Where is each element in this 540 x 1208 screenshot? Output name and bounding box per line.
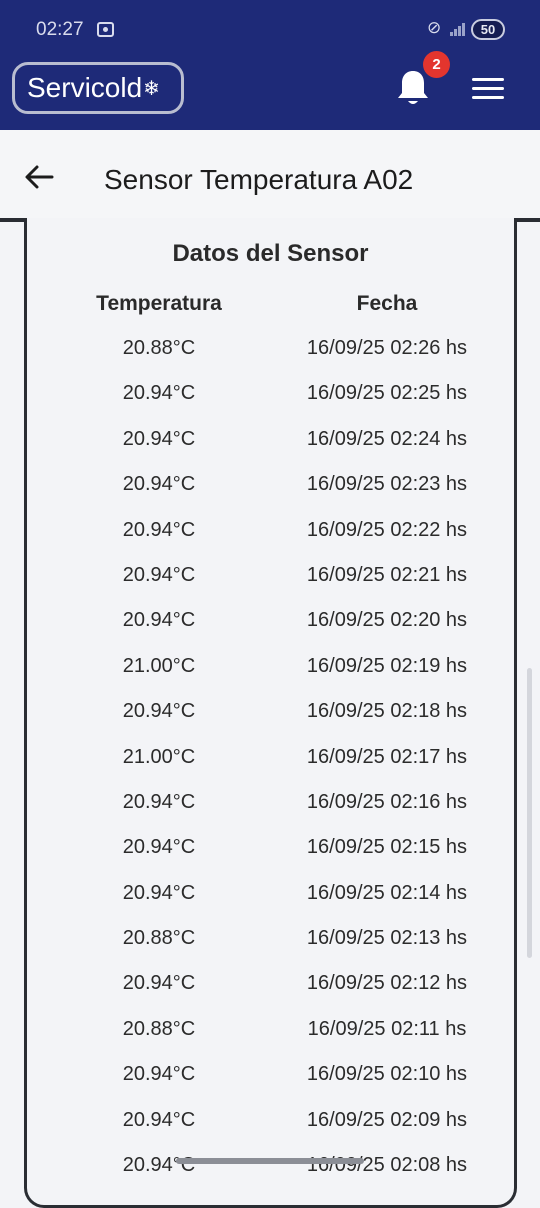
temperature-cell: 20.88°C — [122, 927, 196, 950]
table-row: 20.94°C 16/09/25 02:10 hs — [27, 1063, 514, 1108]
notification-badge: 2 — [423, 51, 450, 78]
date-cell: 16/09/25 02:21 hs — [306, 563, 468, 586]
temperature-cell: 20.94°C — [122, 1063, 196, 1086]
page-titlebar: Sensor Temperatura A02 — [0, 130, 540, 222]
date-cell: 16/09/25 02:23 hs — [306, 473, 468, 496]
screen-record-icon — [97, 22, 114, 37]
column-header-temperature: Temperatura — [96, 292, 222, 315]
sensor-readings-list: 20.88°C 16/09/25 02:26 hs 20.94°C 16/09/25 … — [27, 337, 514, 1199]
date-cell: 16/09/25 02:20 hs — [306, 609, 468, 632]
page-title: Sensor Temperatura A02 — [104, 164, 414, 195]
date-cell: 16/09/25 02:14 hs — [306, 881, 468, 904]
date-cell: 16/09/25 02:22 hs — [306, 518, 468, 541]
table-row: 21.00°C 16/09/25 02:17 hs — [27, 746, 514, 791]
date-cell: 16/09/25 02:19 hs — [306, 654, 468, 677]
date-cell: 16/09/25 02:16 hs — [306, 790, 468, 813]
temperature-cell: 21.00°C — [122, 654, 196, 677]
table-row: 20.88°C 16/09/25 02:11 hs — [27, 1018, 514, 1063]
temperature-cell: 20.94°C — [122, 790, 196, 813]
date-cell: 16/09/25 02:13 hs — [306, 927, 468, 950]
date-cell: 16/09/25 02:17 hs — [306, 745, 468, 768]
temperature-cell: 20.88°C — [122, 337, 196, 359]
hamburger-menu-icon — [472, 78, 504, 81]
home-indicator[interactable] — [176, 1158, 364, 1164]
table-row: 20.94°C 16/09/25 02:16 hs — [27, 791, 514, 836]
menu-button[interactable] — [470, 76, 508, 102]
temperature-cell: 21.00°C — [122, 745, 196, 768]
temperature-cell: 20.94°C — [122, 518, 196, 541]
date-cell: 16/09/25 02:25 hs — [306, 382, 468, 405]
table-row: 20.88°C 16/09/25 02:13 hs — [27, 927, 514, 972]
card-title: Datos del Sensor — [172, 240, 369, 267]
table-row: 20.94°C 16/09/25 02:14 hs — [27, 882, 514, 927]
date-cell: 16/09/25 02:10 hs — [306, 1063, 468, 1086]
snowflake-icon: ❄ — [143, 78, 160, 100]
arrow-left-icon — [25, 165, 54, 189]
temperature-cell: 20.94°C — [122, 881, 196, 904]
table-row: 20.88°C 16/09/25 02:26 hs — [27, 337, 514, 382]
servicold-logo[interactable]: Servicold❄ — [12, 62, 184, 114]
temperature-cell: 20.94°C — [122, 563, 196, 586]
vibrate-off-icon: ⊘ — [427, 18, 442, 37]
table-row: 20.94°C 16/09/25 02:24 hs — [27, 428, 514, 473]
temperature-cell: 20.94°C — [122, 700, 196, 723]
table-row: 20.94°C 16/09/25 02:22 hs — [27, 519, 514, 564]
date-cell: 16/09/25 02:15 hs — [306, 836, 468, 859]
table-row: 20.94°C 16/09/25 02:18 hs — [27, 700, 514, 745]
table-row: 20.94°C 16/09/25 02:20 hs — [27, 609, 514, 654]
date-cell: 16/09/25 02:11 hs — [307, 1017, 467, 1040]
status-bar: 02:27 ⊘ 50 — [0, 0, 540, 60]
table-row: 20.94°C 16/09/25 02:23 hs — [27, 473, 514, 518]
temperature-cell: 20.94°C — [122, 972, 196, 995]
temperature-cell: 20.94°C — [122, 427, 196, 450]
date-cell: 16/09/25 02:24 hs — [306, 427, 468, 450]
temperature-cell: 20.94°C — [122, 382, 196, 405]
date-cell: 16/09/25 02:26 hs — [306, 337, 468, 359]
scrollbar[interactable] — [527, 668, 532, 958]
temperature-cell: 20.94°C — [122, 836, 196, 859]
table-row: 20.94°C 16/09/25 02:15 hs — [27, 836, 514, 881]
date-cell: 16/09/25 02:18 hs — [306, 700, 468, 723]
temperature-cell: 20.94°C — [122, 609, 196, 632]
signal-icon — [450, 22, 466, 36]
logo-text: Servicold — [27, 72, 143, 103]
sensor-data-card: Datos del Sensor Temperatura Fecha 20.88… — [24, 218, 517, 1208]
temperature-cell: 20.94°C — [122, 1108, 196, 1131]
app-header: 02:27 ⊘ 50 Servicold❄ 2 — [0, 0, 540, 130]
table-row: 20.94°C 16/09/25 02:21 hs — [27, 564, 514, 609]
battery-indicator: 50 — [471, 19, 505, 40]
back-button[interactable] — [22, 162, 56, 192]
status-time: 02:27 — [36, 19, 84, 40]
table-row: 20.94°C 16/09/25 02:09 hs — [27, 1109, 514, 1154]
date-cell: 16/09/25 02:09 hs — [306, 1108, 468, 1131]
temperature-cell: 20.88°C — [122, 1017, 196, 1040]
column-header-date: Fecha — [356, 292, 418, 315]
temperature-cell: 20.94°C — [122, 473, 196, 496]
date-cell: 16/09/25 02:12 hs — [306, 972, 468, 995]
table-row: 21.00°C 16/09/25 02:19 hs — [27, 655, 514, 700]
table-row: 20.94°C 16/09/25 02:12 hs — [27, 972, 514, 1017]
table-row: 20.94°C 16/09/25 02:25 hs — [27, 382, 514, 427]
